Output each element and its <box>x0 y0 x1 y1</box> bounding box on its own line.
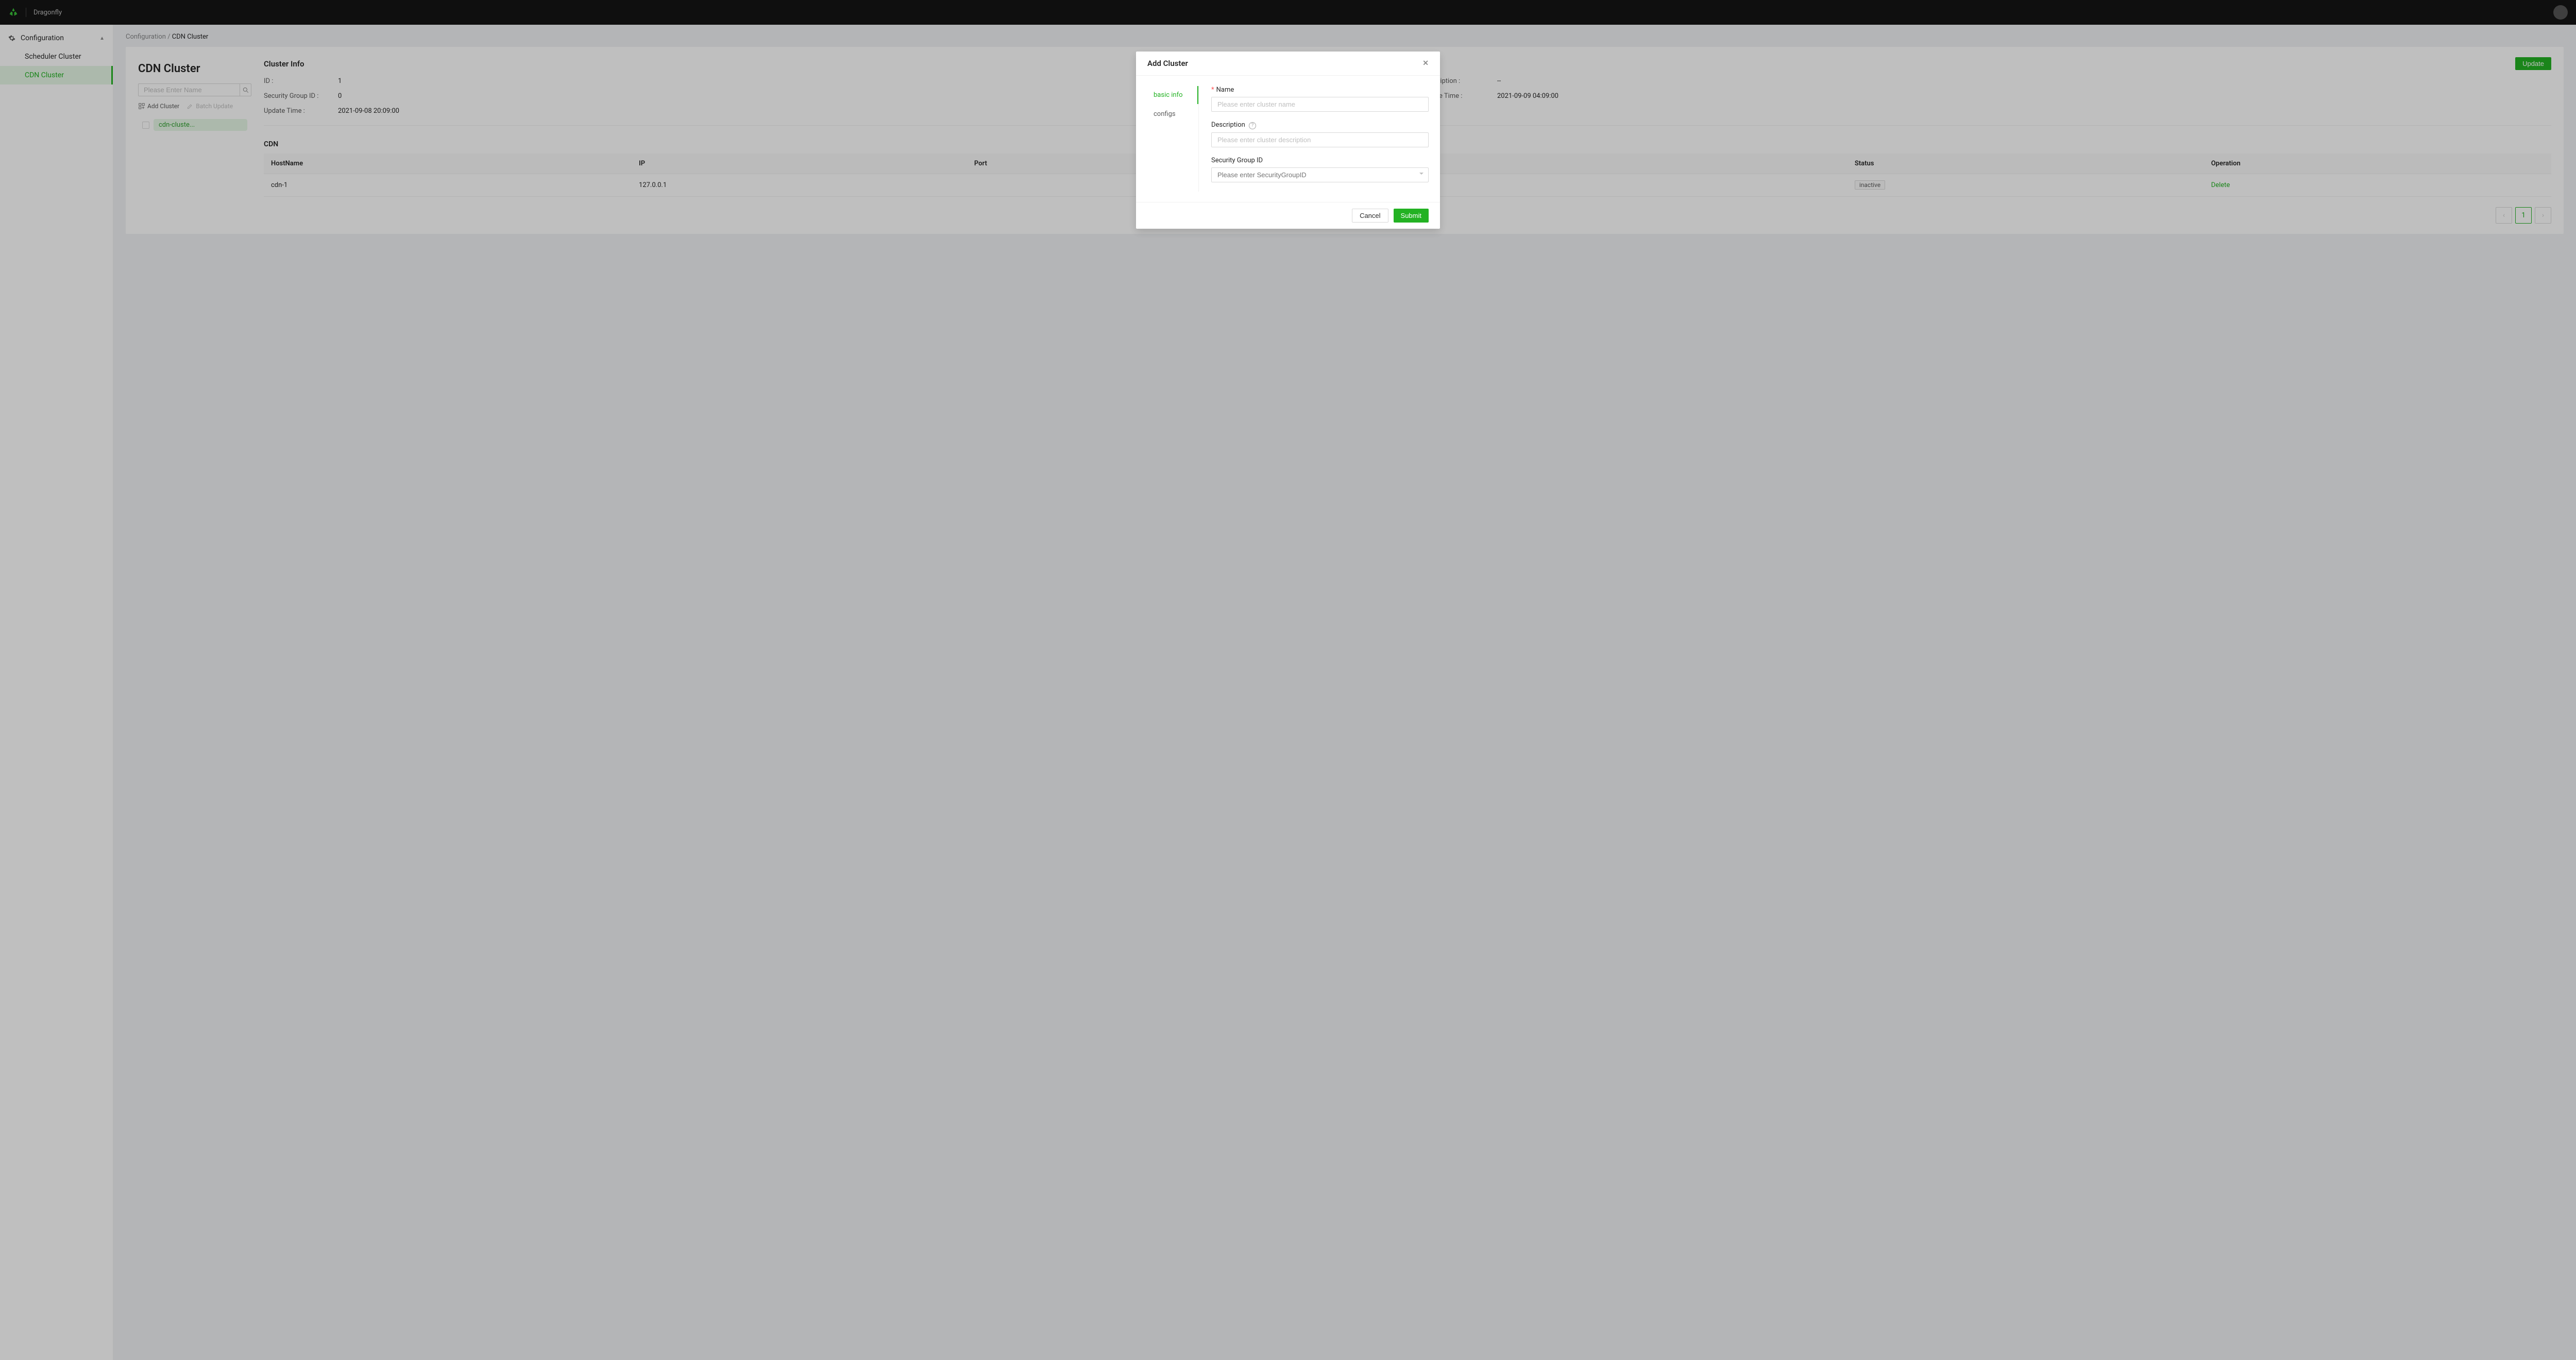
tab-configs[interactable]: configs <box>1147 105 1198 123</box>
description-field-label: Description ? <box>1211 121 1429 129</box>
modal-title: Add Cluster <box>1147 59 1188 68</box>
add-cluster-modal: Add Cluster ✕ basic info configs *Name D… <box>1136 52 1440 229</box>
required-mark: * <box>1211 86 1214 94</box>
name-field-label: *Name <box>1211 86 1429 94</box>
tab-basic-info[interactable]: basic info <box>1147 86 1198 104</box>
modal-form: *Name Description ? Security Group ID <box>1211 86 1429 192</box>
close-icon[interactable]: ✕ <box>1422 59 1429 67</box>
modal-side-tabs: basic info configs <box>1147 86 1199 192</box>
name-input[interactable] <box>1211 97 1429 112</box>
security-group-field-label: Security Group ID <box>1211 157 1429 164</box>
info-icon[interactable]: ? <box>1249 122 1256 129</box>
description-input[interactable] <box>1211 132 1429 147</box>
security-group-select[interactable] <box>1211 167 1429 182</box>
cancel-button[interactable]: Cancel <box>1352 209 1388 223</box>
submit-button[interactable]: Submit <box>1394 209 1429 223</box>
